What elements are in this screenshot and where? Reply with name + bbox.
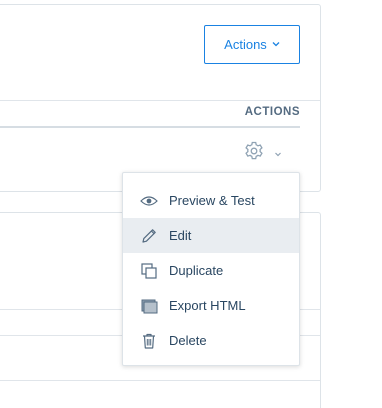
chevron-down-icon [272, 40, 280, 50]
gear-icon[interactable] [243, 140, 265, 162]
menu-item-preview-test[interactable]: Preview & Test [123, 183, 299, 218]
divider [0, 100, 320, 101]
menu-item-duplicate[interactable]: Duplicate [123, 253, 299, 288]
eye-icon [139, 191, 159, 211]
column-header-actions: ACTIONS [244, 106, 300, 118]
row-actions-chevron-icon[interactable] [273, 146, 283, 157]
duplicate-icon [139, 261, 159, 281]
actions-button-label: Actions [224, 37, 267, 52]
trash-icon [139, 331, 159, 351]
export-html-icon [139, 296, 159, 316]
actions-button[interactable]: Actions [204, 25, 300, 64]
menu-item-label: Export HTML [169, 298, 246, 313]
divider [0, 380, 320, 381]
menu-item-label: Duplicate [169, 263, 224, 278]
actions-dropdown-menu: Preview & Test Edit Duplicate Export HTM… [122, 172, 300, 366]
menu-item-delete[interactable]: Delete [123, 323, 299, 358]
menu-item-edit[interactable]: Edit [123, 218, 299, 253]
menu-item-label: Preview & Test [169, 193, 255, 208]
table-header-divider [0, 126, 300, 128]
pencil-icon [139, 226, 159, 246]
menu-item-export-html[interactable]: Export HTML [123, 288, 299, 323]
menu-item-label: Edit [169, 228, 192, 243]
menu-item-label: Delete [169, 333, 207, 348]
